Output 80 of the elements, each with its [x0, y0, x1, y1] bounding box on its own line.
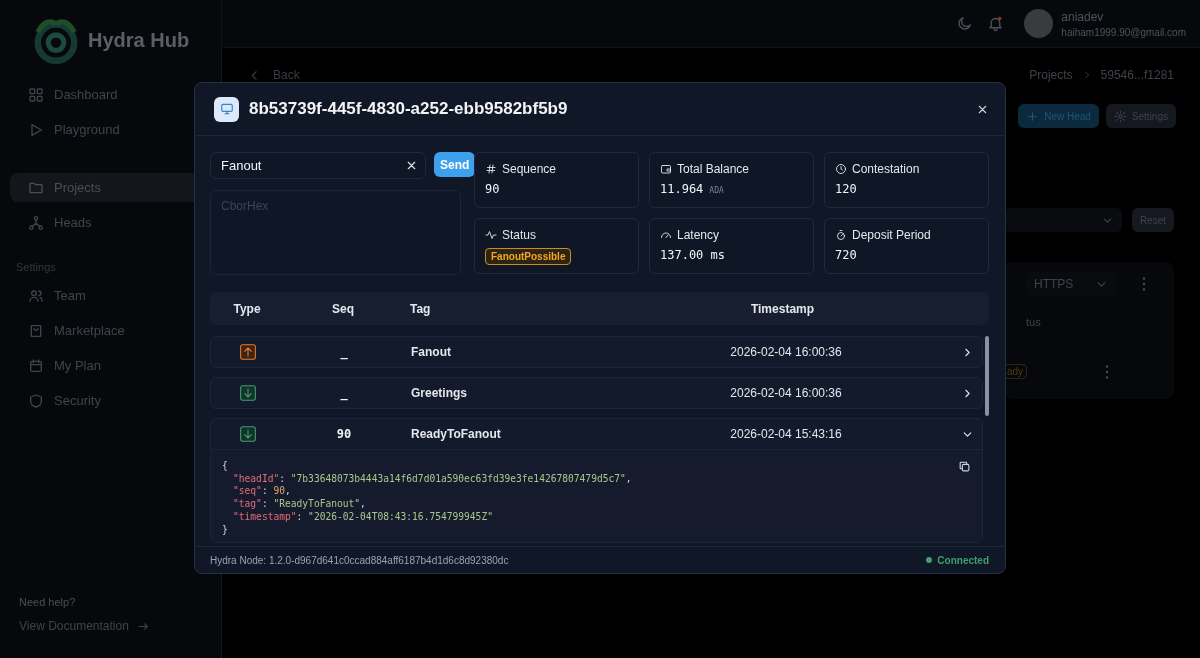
- stat-value: 137.00 ms: [660, 248, 726, 262]
- nodes-icon: [28, 214, 44, 231]
- stat-value: 11.964: [660, 182, 704, 196]
- grid-icon: [28, 86, 44, 103]
- event-row[interactable]: 90 ReadyToFanout 2026-02-04 15:43:16 { "headId": "7b33648073b4443a14f6d7d01a590ec63fd39e3fe14267807479d5c7", "seq": 90, "tag": "ReadyToFanout", "timestamp": "2026-02-04T08:43:16.754799945Z" }: [210, 418, 983, 544]
- user-name: aniadev: [1061, 9, 1105, 24]
- code-line: "tag": "ReadyToFanout",: [232, 498, 367, 511]
- stat-label: Latency: [677, 228, 720, 242]
- breadcrumb-item[interactable]: 59546...f1281: [1100, 68, 1174, 82]
- table-cell: 90: [336, 427, 352, 441]
- stat-label: Deposit Period: [852, 228, 931, 242]
- stat-label: Contestation: [852, 162, 920, 176]
- stat-label: Sequence: [502, 162, 557, 176]
- wallet-icon: [660, 163, 672, 175]
- hash-icon: [485, 163, 497, 175]
- bag-icon: [28, 322, 44, 339]
- table-cell: 2026-02-04 16:00:36: [730, 345, 842, 359]
- kebab-icon: [1142, 277, 1146, 291]
- help-text: Need help?: [19, 596, 77, 608]
- send-button[interactable]: Send: [434, 152, 476, 177]
- stat-value: 90: [485, 182, 500, 196]
- table-cell: 2026-02-04 16:00:36: [730, 386, 842, 400]
- nav-item[interactable]: Heads: [10, 208, 211, 237]
- nav-item[interactable]: Playground: [10, 115, 211, 144]
- nav-item[interactable]: My Plan: [10, 351, 211, 380]
- scrollbar[interactable]: [985, 336, 989, 416]
- kebab-icon: [1105, 364, 1110, 379]
- plus-icon: [1026, 109, 1040, 123]
- copy-icon[interactable]: [958, 460, 971, 473]
- shield-icon: [28, 392, 44, 409]
- back-link[interactable]: Back: [248, 68, 300, 82]
- stat-label: Total Balance: [677, 162, 750, 176]
- nav-item[interactable]: Security: [10, 386, 211, 415]
- nav-item[interactable]: Marketplace: [10, 316, 211, 345]
- table-cell: 2026-02-04 15:43:16: [730, 427, 842, 441]
- command-field[interactable]: Fanout: [210, 152, 426, 179]
- stat-value: 120: [835, 182, 857, 196]
- event-row[interactable]: _ Fanout 2026-02-04 16:00:36: [210, 336, 983, 368]
- code-line: }: [222, 523, 229, 537]
- code-line: {: [222, 460, 229, 473]
- node-version: Hydra Node: 1.2.0-d967d641c0ccad884aff6187b4d1d6c8d92380dc: [210, 554, 509, 566]
- pulse-icon: [485, 229, 497, 241]
- column-header: Seq: [331, 301, 355, 316]
- unit-label: ADA: [709, 186, 724, 195]
- connection-status: Connected: [937, 554, 989, 566]
- select-field[interactable]: [1004, 208, 1122, 232]
- status-badge: FanoutPossible: [485, 248, 572, 265]
- column-header: tus: [1026, 316, 1042, 328]
- code-line: "seq": 90,: [232, 485, 292, 499]
- column-header: Type: [232, 301, 262, 316]
- table-cell: Greetings: [411, 386, 467, 400]
- nav-item[interactable]: Team: [10, 281, 211, 310]
- user-email: haiham1999.90@gmail.com: [1061, 26, 1186, 38]
- monitor-icon: [219, 102, 234, 116]
- moon-icon: [956, 15, 974, 32]
- table-cell: ReadyToFanout: [411, 427, 501, 441]
- users-icon: [28, 287, 44, 304]
- play-icon: [28, 121, 44, 138]
- column-header: Timestamp: [749, 301, 816, 316]
- column-header: Tag: [409, 301, 432, 316]
- table-cell: Fanout: [411, 345, 451, 359]
- stat-label: Status: [502, 228, 537, 242]
- code-line: "timestamp": "2026-02-04T08:43:16.754799945Z": [232, 510, 494, 524]
- gauge-icon: [660, 229, 672, 241]
- brand-name: Hydra Hub: [88, 28, 190, 52]
- breadcrumb-item[interactable]: Projects: [1029, 68, 1073, 82]
- settings-icon: [1113, 109, 1127, 123]
- calendar-icon: [28, 357, 44, 374]
- dialog-title: 8b53739f-445f-4830-a252-ebb9582bf5b9: [249, 99, 569, 119]
- code-line: "headId": "7b33648073b4443a14f6d7d01a590ec63fd39e3fe14267807479d5c7",: [232, 472, 632, 486]
- event-row[interactable]: _ Greetings 2026-02-04 16:00:36: [210, 377, 983, 409]
- nav-item[interactable]: Dashboard: [10, 80, 211, 109]
- table-cell: _: [340, 345, 348, 359]
- protocol-select[interactable]: HTTPS: [1026, 272, 1116, 296]
- clock-icon: [835, 163, 847, 175]
- timer-icon: [835, 229, 847, 241]
- clear-icon[interactable]: [405, 159, 418, 172]
- table-cell: _: [340, 386, 348, 400]
- docs-link[interactable]: View Documentation: [19, 619, 150, 633]
- stat-value: 720: [835, 248, 857, 262]
